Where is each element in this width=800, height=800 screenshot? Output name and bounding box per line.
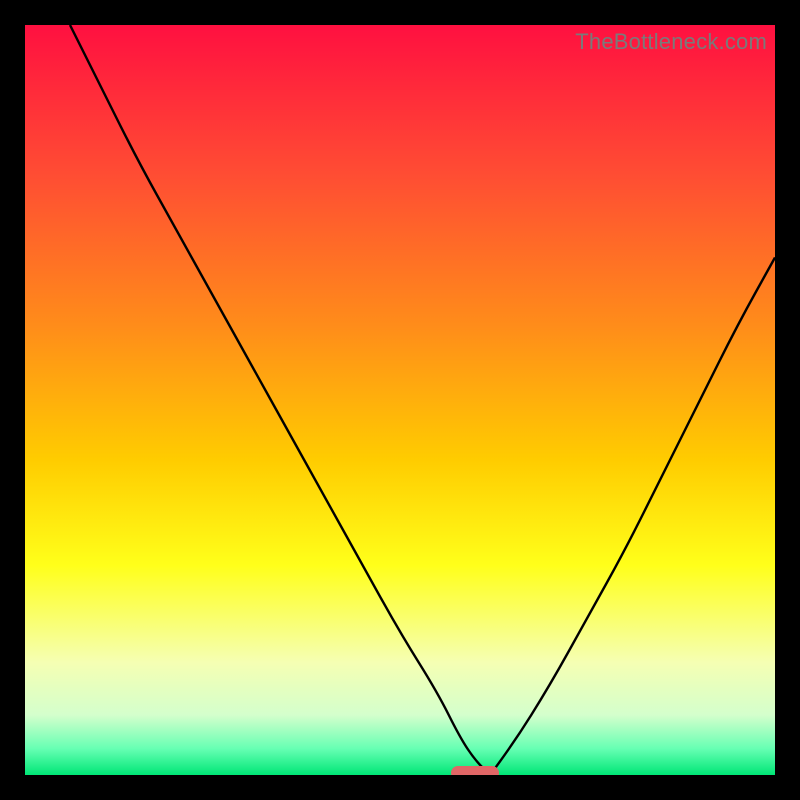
optimal-marker	[451, 766, 499, 775]
chart-background	[25, 25, 775, 775]
chart-frame: TheBottleneck.com	[25, 25, 775, 775]
chart-svg	[25, 25, 775, 775]
watermark-text: TheBottleneck.com	[575, 29, 767, 55]
